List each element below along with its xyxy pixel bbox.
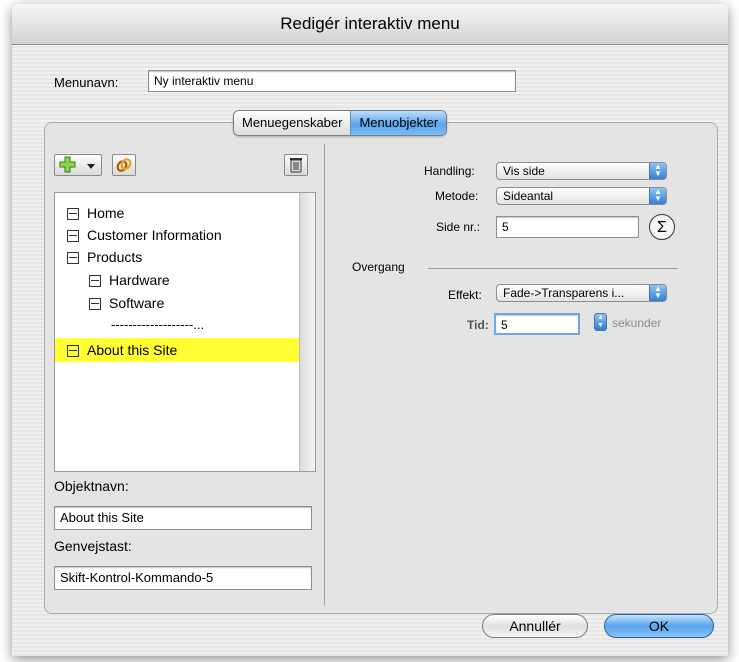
item-collapse-icon <box>67 252 79 264</box>
item-collapse-icon <box>89 275 101 287</box>
tree-item-separator[interactable]: -------------------... <box>111 315 204 335</box>
menu-name-field[interactable]: Ny interaktiv menu <box>148 70 516 92</box>
panel-divider <box>324 144 325 606</box>
tree-item-software[interactable]: Software <box>89 293 164 313</box>
metode-value: Sideantal <box>503 189 554 203</box>
popup-arrows-icon: ▲ ▼ <box>649 188 666 204</box>
metode-label: Metode: <box>435 189 479 203</box>
tid-field[interactable]: 5 <box>494 313 580 335</box>
tid-stepper[interactable]: ▲ ▼ <box>594 313 607 331</box>
popup-arrows-icon: ▲ ▼ <box>649 163 666 179</box>
tree-item-label: Products <box>87 249 143 265</box>
tree-item-home[interactable]: Home <box>67 203 124 223</box>
chevron-down-icon <box>87 164 95 169</box>
tree-item-about-this-site[interactable]: About this Site <box>55 338 299 362</box>
side-number-field[interactable]: 5 <box>496 216 639 238</box>
overgang-label: Overgang <box>352 260 405 274</box>
tab-bar: Menuegenskaber Menuobjekter <box>233 110 448 136</box>
window-title: Redigér interaktiv menu <box>12 4 728 45</box>
menu-name-label: Menunavn: <box>54 75 119 90</box>
object-name-label: Objektnavn: <box>54 478 129 494</box>
tab-menu-objects[interactable]: Menuobjekter <box>350 111 447 135</box>
effekt-popup[interactable]: Fade->Transparens i... ▲ ▼ <box>496 284 667 302</box>
effekt-label: Effekt: <box>448 288 482 302</box>
ok-button[interactable]: OK <box>604 614 714 638</box>
item-collapse-icon <box>67 345 79 357</box>
section-separator <box>428 268 678 269</box>
cancel-button[interactable]: Annullér <box>482 614 588 638</box>
dialog-window: Redigér interaktiv menu Menunavn: Ny int… <box>12 4 728 656</box>
tree-item-label: Hardware <box>109 272 170 288</box>
handling-label: Handling: <box>424 164 475 178</box>
item-collapse-icon <box>67 208 79 220</box>
tree-item-label: Home <box>87 205 125 221</box>
sigma-icon[interactable]: Σ <box>649 214 675 240</box>
tree-item-label: Customer Information <box>87 227 222 243</box>
shortcut-field[interactable]: Skift-Kontrol-Kommando-5 <box>54 566 312 590</box>
link-button[interactable] <box>112 154 136 176</box>
handling-popup[interactable]: Vis side ▲ ▼ <box>496 162 667 180</box>
plus-icon <box>59 156 76 173</box>
item-collapse-icon <box>67 230 79 242</box>
item-collapse-icon <box>89 298 101 310</box>
tid-label: Tid: <box>467 318 489 332</box>
handling-value: Vis side <box>503 164 545 178</box>
tree-item-label: About this Site <box>87 342 178 358</box>
tree-scrollbar[interactable] <box>299 193 315 471</box>
side-number-label: Side nr.: <box>436 220 481 234</box>
popup-arrows-icon: ▲ ▼ <box>649 285 666 301</box>
trash-icon <box>290 158 302 173</box>
object-name-field[interactable]: About this Site <box>54 506 312 530</box>
tree-item-hardware[interactable]: Hardware <box>89 270 170 290</box>
effekt-value: Fade->Transparens i... <box>503 286 625 300</box>
tree-item-customer-information[interactable]: Customer Information <box>67 225 222 245</box>
chain-icon <box>116 158 132 172</box>
metode-popup[interactable]: Sideantal ▲ ▼ <box>496 187 667 205</box>
add-item-button[interactable] <box>54 154 102 176</box>
menu-tree[interactable]: Home Customer Information Products Hardw… <box>54 192 316 472</box>
tid-unit-label: sekunder <box>612 316 662 330</box>
tree-item-label: Software <box>109 295 165 311</box>
shortcut-label: Genvejstast: <box>54 538 132 554</box>
delete-button[interactable] <box>284 154 308 176</box>
tab-menu-properties[interactable]: Menuegenskaber <box>234 111 351 135</box>
tree-item-products[interactable]: Products <box>67 247 142 267</box>
